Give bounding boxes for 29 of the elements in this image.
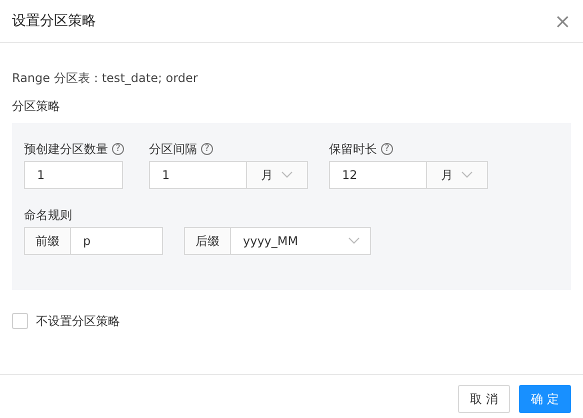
close-button[interactable]: × bbox=[554, 11, 571, 31]
help-icon[interactable]: ? bbox=[201, 143, 213, 155]
checkbox-label: 不设置分区策略 bbox=[36, 313, 120, 330]
help-icon[interactable]: ? bbox=[112, 143, 124, 155]
suffix-select[interactable]: yyyy_MM bbox=[231, 227, 371, 255]
chevron-down-icon bbox=[461, 171, 473, 179]
prefix-input[interactable]: p bbox=[71, 227, 163, 255]
unit-select[interactable]: 月 bbox=[427, 161, 488, 189]
field-label: 保留时长 bbox=[329, 141, 377, 158]
prefix-addon: 前缀 bbox=[24, 227, 71, 255]
suffix-addon: 后缀 bbox=[184, 227, 231, 255]
section-label: 分区策略 bbox=[12, 99, 60, 113]
field-label: 命名规则 bbox=[24, 207, 72, 224]
field-label: 预创建分区数量 bbox=[24, 141, 108, 158]
unit-select[interactable]: 月 bbox=[247, 161, 308, 189]
number-input[interactable]: 1 bbox=[149, 161, 247, 189]
number-input[interactable]: 12 bbox=[329, 161, 427, 189]
checkbox[interactable] bbox=[12, 313, 28, 329]
select-value: yyyy_MM bbox=[243, 233, 298, 250]
field-label: 分区间隔 bbox=[149, 141, 197, 158]
cancel-button[interactable]: 取 消 bbox=[458, 385, 510, 413]
table-info: Range 分区表：test_date; order bbox=[12, 70, 199, 87]
number-input[interactable]: 1 bbox=[24, 161, 123, 189]
chevron-down-icon bbox=[281, 171, 293, 179]
unit-text: 月 bbox=[261, 167, 273, 184]
unit-text: 月 bbox=[441, 167, 453, 184]
dialog-title: 设置分区策略 bbox=[12, 12, 96, 30]
help-icon[interactable]: ? bbox=[381, 143, 393, 155]
chevron-down-icon bbox=[348, 237, 360, 245]
